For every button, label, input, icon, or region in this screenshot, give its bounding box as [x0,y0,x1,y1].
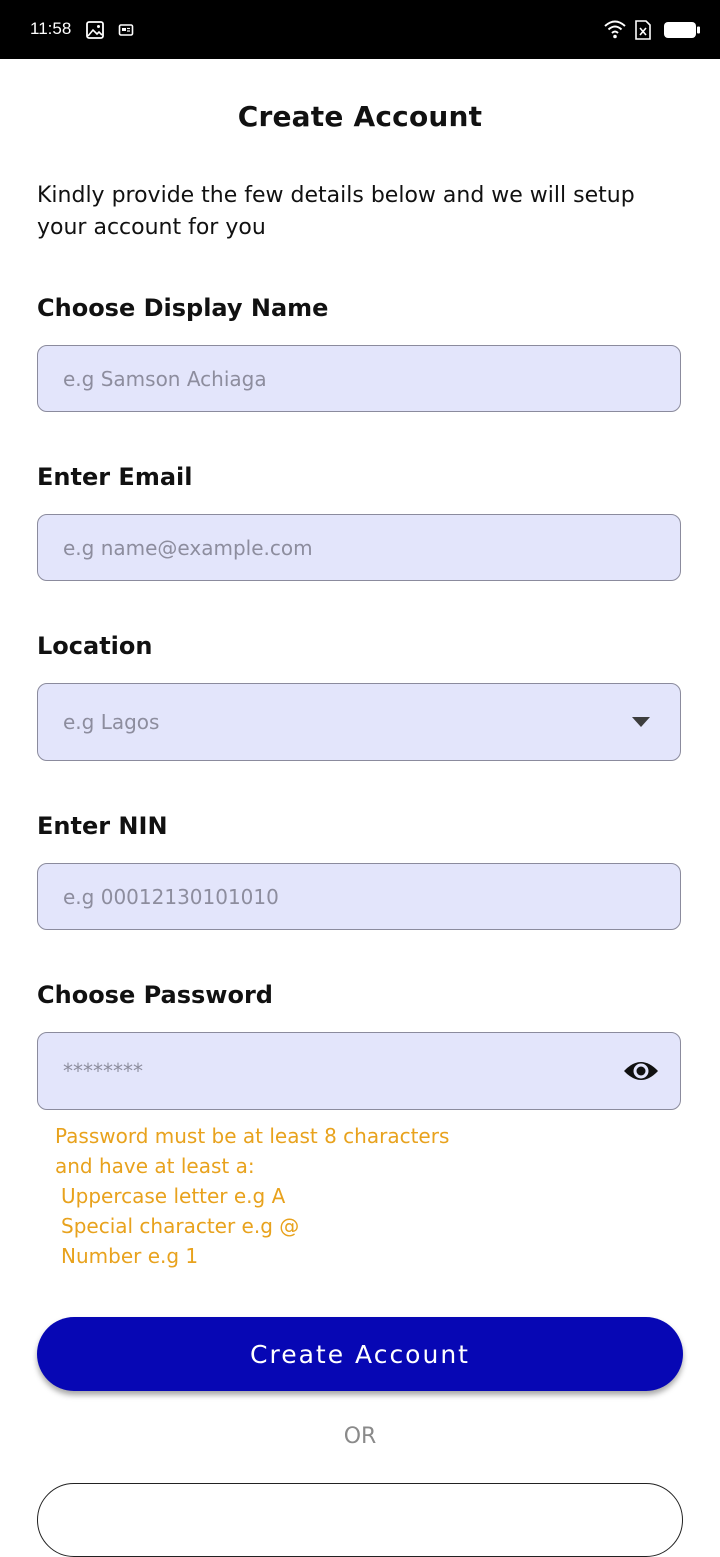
eye-icon[interactable] [622,1057,660,1085]
secondary-button[interactable] [37,1483,683,1557]
password-requirements: Password must be at least 8 characters a… [55,1121,449,1271]
email-field[interactable] [37,514,681,581]
create-account-button[interactable]: Create Account [37,1317,683,1391]
hint-requirement-uppercase: Uppercase letter e.g A [61,1184,286,1208]
email-label: Enter Email [37,463,193,491]
password-input[interactable] [63,1033,603,1109]
nin-label: Enter NIN [37,812,168,840]
hint-requirement-number: Number e.g 1 [61,1244,199,1268]
page-title: Create Account [237,100,483,133]
or-divider: OR [343,1424,377,1449]
location-input[interactable] [63,684,603,760]
password-label: Choose Password [37,981,273,1009]
no-sim-icon [635,20,651,40]
hint-line: Password must be at least 8 characters [55,1124,450,1148]
hint-line: and have at least a: [55,1154,255,1178]
nin-field[interactable] [37,863,681,930]
intro-text: Kindly provide the few details below and… [37,183,635,240]
display-name-input[interactable] [63,346,603,411]
status-bar: 11:58 [0,0,720,59]
status-time: 11:58 [30,19,72,38]
wifi-icon [604,20,626,39]
chevron-down-icon[interactable] [632,717,650,727]
notification-icon [118,24,134,36]
password-field[interactable] [37,1032,681,1110]
location-label: Location [37,632,153,660]
location-select[interactable] [37,683,681,761]
image-icon [86,21,104,39]
nin-input[interactable] [63,864,603,929]
display-name-field[interactable] [37,345,681,412]
hint-requirement-special: Special character e.g @ [61,1214,300,1238]
battery-icon [664,22,700,38]
display-name-label: Choose Display Name [37,294,329,322]
email-input[interactable] [63,515,603,580]
